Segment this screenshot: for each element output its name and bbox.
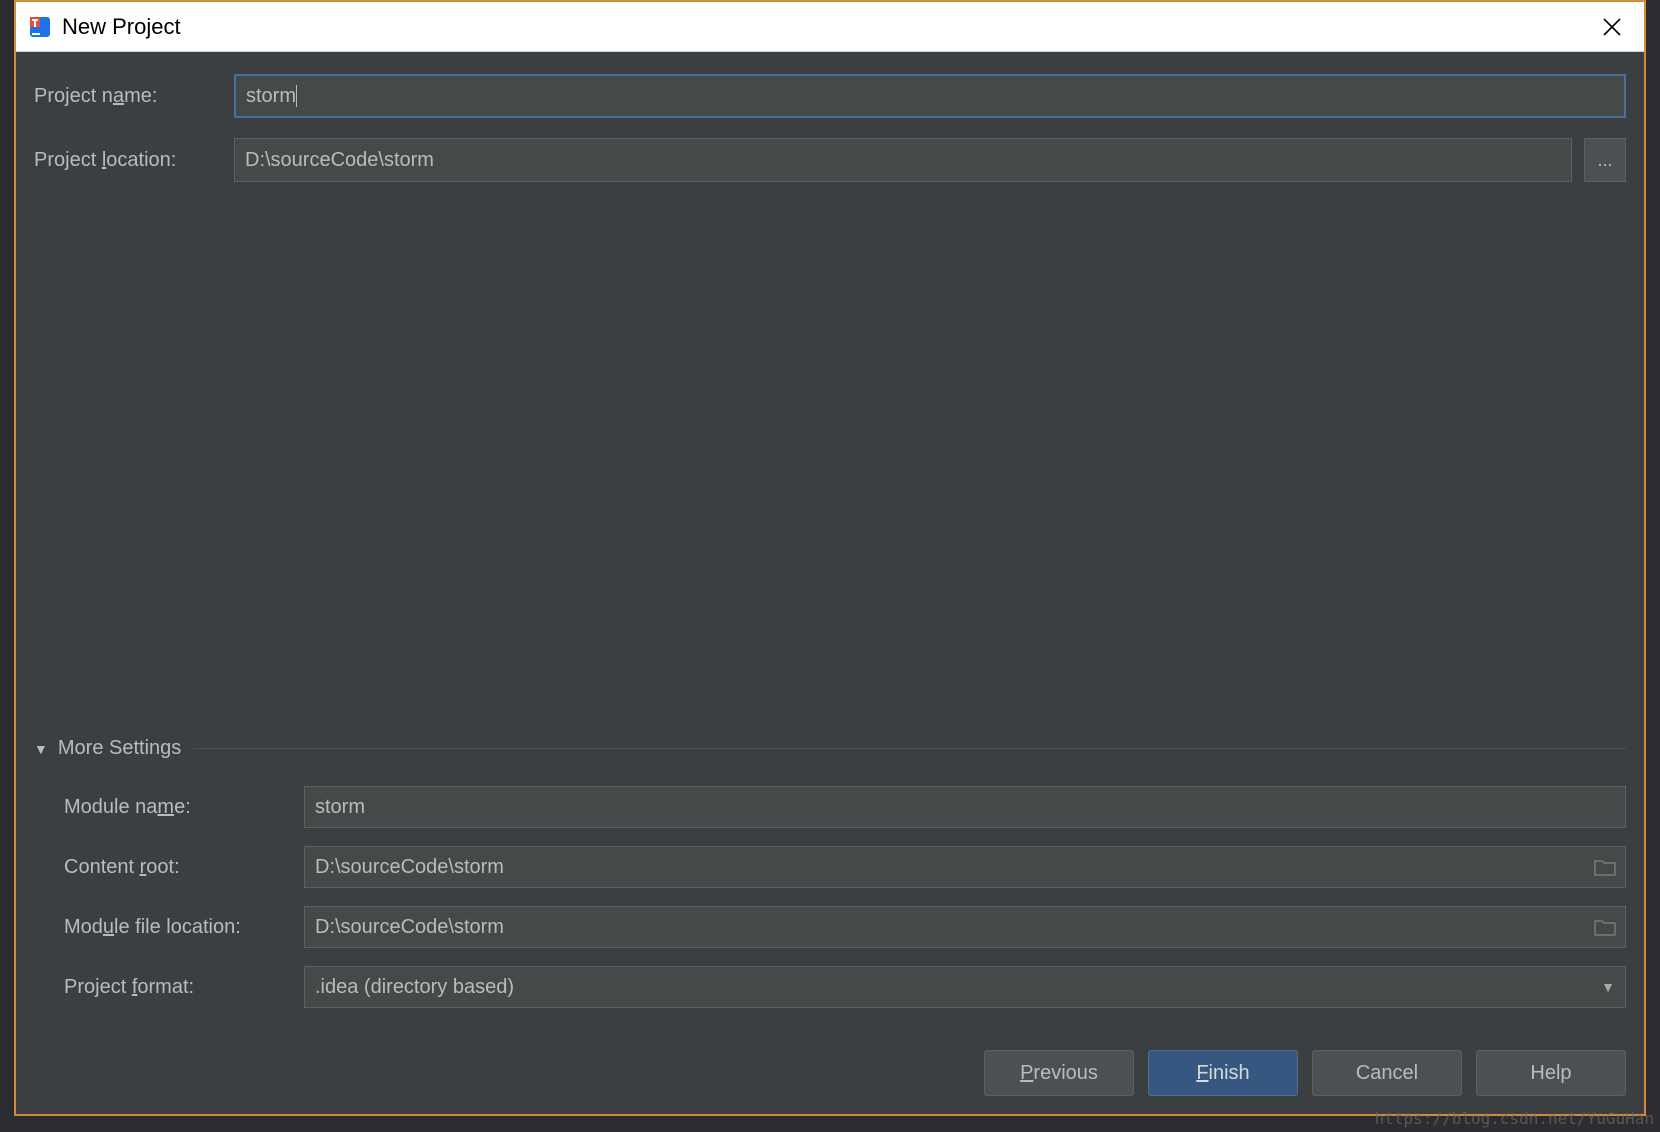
project-name-input[interactable]: storm — [234, 74, 1626, 118]
watermark-text: https://blog.csdn.net/YuGuHan — [1375, 1109, 1654, 1128]
project-format-dropdown[interactable]: .idea (directory based) ▼ — [304, 966, 1626, 1008]
dialog-content: Project name: storm Project location: ..… — [16, 52, 1644, 1114]
browse-button[interactable]: ... — [1584, 138, 1626, 182]
cancel-button[interactable]: Cancel — [1312, 1050, 1462, 1096]
titlebar: New Project — [16, 2, 1644, 52]
more-settings-label: More Settings — [58, 737, 181, 760]
module-name-input[interactable] — [304, 786, 1626, 828]
content-root-input[interactable] — [304, 846, 1626, 888]
intellij-icon — [28, 15, 52, 39]
project-format-label: Project format: — [64, 976, 304, 999]
titlebar-title: New Project — [62, 14, 1592, 40]
module-name-label: Module name: — [64, 796, 304, 819]
more-settings-body: Module name: Content root: — [34, 786, 1626, 1026]
content-root-row: Content root: — [64, 846, 1626, 888]
project-format-row: Project format: .idea (directory based) … — [64, 966, 1626, 1008]
new-project-dialog: New Project Project name: storm Project … — [14, 0, 1646, 1116]
expand-down-icon: ▼ — [34, 741, 48, 757]
help-button[interactable]: Help — [1476, 1050, 1626, 1096]
module-file-location-label: Module file location: — [64, 916, 304, 939]
previous-button[interactable]: Previous — [984, 1050, 1134, 1096]
project-name-label: Project name: — [34, 85, 234, 108]
content-root-label: Content root: — [64, 856, 304, 879]
chevron-down-icon: ▼ — [1601, 979, 1615, 995]
module-name-row: Module name: — [64, 786, 1626, 828]
finish-button[interactable]: Finish — [1148, 1050, 1298, 1096]
module-file-location-row: Module file location: — [64, 906, 1626, 948]
more-settings-toggle[interactable]: ▼ More Settings — [34, 737, 1626, 768]
module-file-location-input[interactable] — [304, 906, 1626, 948]
project-location-input[interactable] — [234, 138, 1572, 182]
project-location-row: Project location: ... — [34, 138, 1626, 182]
project-location-label: Project location: — [34, 149, 234, 172]
text-caret — [296, 85, 297, 107]
separator-line — [193, 748, 1626, 749]
close-button[interactable] — [1592, 7, 1632, 47]
project-name-row: Project name: storm — [34, 74, 1626, 118]
button-bar: Previous Finish Cancel Help — [34, 1026, 1626, 1096]
